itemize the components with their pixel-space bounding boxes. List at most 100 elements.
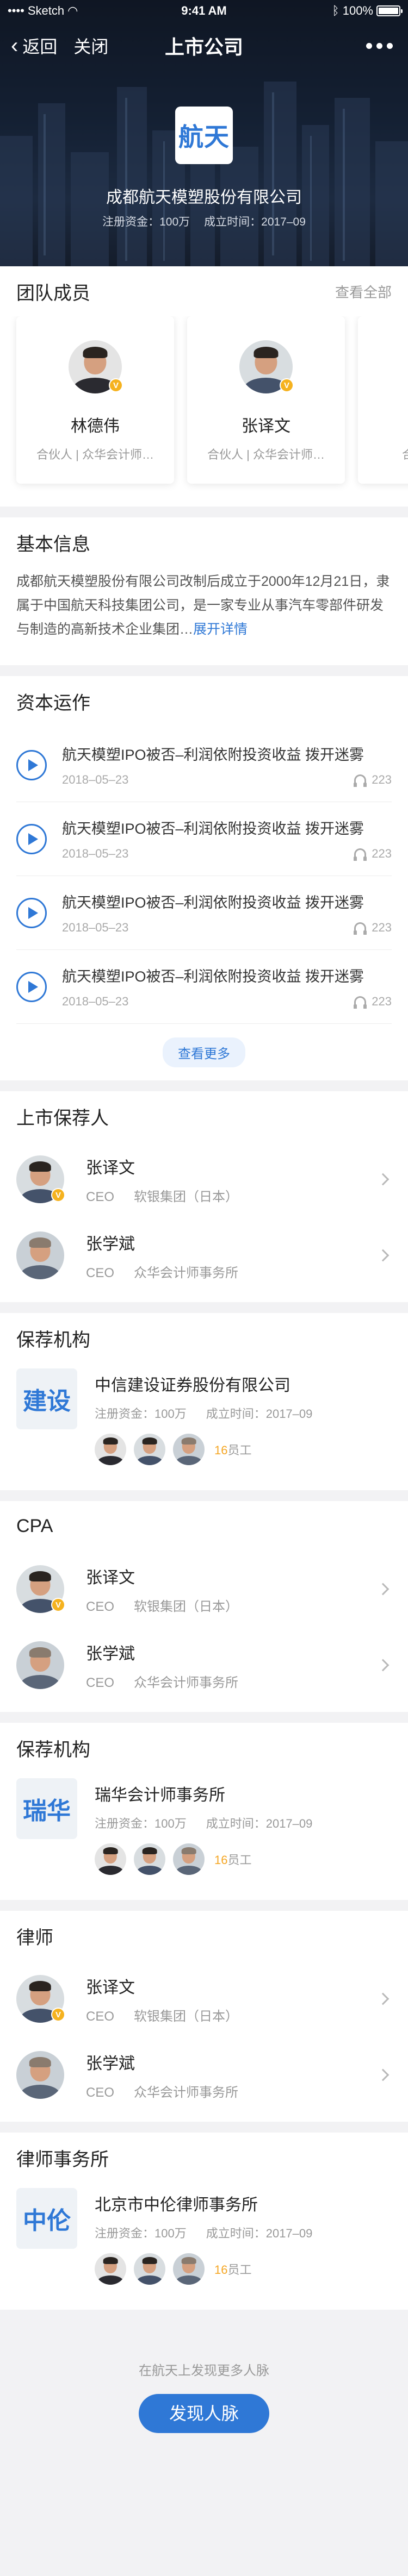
org-logo: 瑞华: [16, 1778, 77, 1839]
audio-date: 2018–05–23: [62, 773, 129, 786]
play-icon[interactable]: [16, 897, 47, 928]
avatar: [134, 1434, 165, 1465]
avatar: [95, 1434, 126, 1465]
listen-count: 223: [372, 773, 392, 786]
page-title: 上市公司: [164, 36, 243, 58]
avatar: [173, 1843, 205, 1875]
org-row[interactable]: 建设 中信建设证券股份有限公司 注册资金：100万 成立时间：2017–09 16…: [0, 1363, 408, 1490]
status-bar: •••• Sketch ◠ 9:41 AM ᛒ 100%: [0, 0, 408, 22]
play-icon[interactable]: [16, 749, 47, 780]
battery-icon: [376, 5, 403, 16]
chevron-right-icon: [376, 2068, 390, 2081]
org-name: 北京市中伦律师事务所: [95, 2196, 258, 2214]
person-row[interactable]: V 张译文 CEO 软银集团（日本）: [0, 1141, 408, 1217]
expand-details-link[interactable]: 展开详情: [193, 622, 248, 637]
listen-count: 223: [372, 847, 392, 860]
verified-badge-icon: V: [51, 1188, 65, 1202]
person-row[interactable]: 张学斌 CEO 众华会计师事务所: [0, 1217, 408, 1293]
person-company: 软银集团（日本）: [134, 2009, 239, 2024]
staff-count: 16员工: [214, 1853, 252, 1867]
org-capital: 注册资金：100万: [95, 1817, 187, 1830]
audio-list-item[interactable]: 航天模塑IPO被否–利润依附投资收益 拨开迷雾 2018–05–23 223: [16, 728, 392, 802]
person-position: CEO: [86, 1265, 115, 1280]
section-title: 资本运作: [16, 692, 90, 714]
verified-badge-icon: V: [109, 378, 123, 392]
law-firm-section: 律师事务所 中伦 北京市中伦律师事务所 注册资金：100万 成立时间：2017–0…: [0, 2133, 408, 2310]
back-button[interactable]: 返回: [22, 33, 57, 58]
sponsors-section: 上市保荐人 V 张译文 CEO 软银集团（日本） 张学斌 CEO 众华会计师事务所: [0, 1091, 408, 1302]
listen-count: 223: [372, 995, 392, 1008]
status-time: 9:41 AM: [181, 4, 227, 17]
person-position: CEO: [86, 2009, 115, 2024]
section-title: 保荐机构: [16, 1739, 90, 1760]
chevron-right-icon: [376, 1659, 390, 1672]
section-title: 基本信息: [16, 534, 90, 555]
org-capital: 注册资金：100万: [95, 1407, 187, 1421]
audio-title: 航天模塑IPO被否–利润依附投资收益 拨开迷雾: [62, 747, 364, 763]
member-name: 林: [358, 412, 408, 436]
close-button[interactable]: 关闭: [73, 33, 108, 58]
headphone-icon: [354, 996, 367, 1009]
person-row[interactable]: V 张译文 CEO 软银集团（日本）: [0, 1961, 408, 2037]
person-row[interactable]: V 张译文 CEO 软银集团（日本）: [0, 1551, 408, 1627]
person-row[interactable]: 张学斌 CEO 众华会计师事务所: [0, 2037, 408, 2113]
person-position: CEO: [86, 2085, 115, 2100]
lawyers-section: 律师 V 张译文 CEO 软银集团（日本） 张学斌 CEO 众华会计师事务所: [0, 1911, 408, 2122]
person-position: CEO: [86, 1675, 115, 1690]
play-icon[interactable]: [16, 971, 47, 1002]
listen-count: 223: [372, 921, 392, 934]
org-row[interactable]: 瑞华 瑞华会计师事务所 注册资金：100万 成立时间：2017–09 16员工: [0, 1773, 408, 1900]
more-menu-icon[interactable]: [267, 42, 397, 49]
org-founded: 成立时间：2017–09: [206, 1407, 313, 1421]
carrier-label: Sketch: [27, 4, 65, 17]
basic-info-section: 基本信息 成都航天模塑股份有限公司改制后成立于2000年12月21日，隶属于中国…: [0, 517, 408, 665]
team-section: 团队成员 查看全部 V 林德伟 合伙人 | 众华会计师… V 张译文 合伙人 |…: [0, 266, 408, 507]
discover-contacts-button[interactable]: 发现人脉: [138, 2394, 269, 2433]
verified-badge-icon: V: [51, 1598, 65, 1612]
avatar: [134, 2253, 165, 2285]
view-more-button[interactable]: 查看更多: [163, 1037, 245, 1067]
audio-title: 航天模塑IPO被否–利润依附投资收益 拨开迷雾: [62, 895, 364, 911]
org-logo: 中伦: [16, 2188, 77, 2249]
company-name: 成都航天模塑股份有限公司: [106, 189, 302, 207]
chevron-right-icon: [376, 1173, 390, 1186]
avatar: [16, 1641, 64, 1689]
chevron-right-icon: [376, 1249, 390, 1262]
back-chevron-icon[interactable]: ‹: [11, 35, 18, 57]
org-row[interactable]: 中伦 北京市中伦律师事务所 注册资金：100万 成立时间：2017–09 16员工: [0, 2183, 408, 2310]
audio-list-item[interactable]: 航天模塑IPO被否–利润依附投资收益 拨开迷雾 2018–05–23 223: [16, 876, 392, 950]
org-logo: 建设: [16, 1368, 77, 1429]
audio-list-item[interactable]: 航天模塑IPO被否–利润依附投资收益 拨开迷雾 2018–05–23 223: [16, 802, 392, 876]
team-member-card[interactable]: 林 合伙人 | 众华: [358, 316, 408, 484]
org-founded: 成立时间：2017–09: [206, 2227, 313, 2240]
person-name: 张译文: [86, 1159, 135, 1177]
audio-date: 2018–05–23: [62, 995, 129, 1008]
footer: 在航天上发现更多人脉 发现人脉: [0, 2321, 408, 2463]
company-capital: 注册资金：100万: [102, 216, 190, 228]
staff-count: 16员工: [214, 1443, 252, 1457]
play-icon[interactable]: [16, 823, 47, 854]
company-description: 成都航天模塑股份有限公司改制后成立于2000年12月21日，隶属于中国航天科技集…: [16, 574, 390, 637]
chevron-right-icon: [376, 1992, 390, 2005]
person-name: 张学斌: [86, 1235, 135, 1253]
member-name: 张译文: [242, 417, 290, 435]
person-name: 张译文: [86, 1978, 135, 1997]
avatar: [134, 1843, 165, 1875]
team-carousel[interactable]: V 林德伟 合伙人 | 众华会计师… V 张译文 合伙人 | 众华会计师… 林 …: [0, 316, 408, 507]
audio-title: 航天模塑IPO被否–利润依附投资收益 拨开迷雾: [62, 968, 364, 985]
team-member-card[interactable]: V 林德伟 合伙人 | 众华会计师…: [16, 316, 174, 484]
audio-date: 2018–05–23: [62, 921, 129, 934]
person-name: 张译文: [86, 1568, 135, 1587]
avatar: [16, 2051, 64, 2099]
person-row[interactable]: 张学斌 CEO 众华会计师事务所: [0, 1627, 408, 1703]
avatar: [95, 1843, 126, 1875]
nav-bar: ‹ 返回 关闭 上市公司: [0, 22, 408, 70]
section-title: 律师事务所: [16, 2149, 109, 2170]
person-company: 软银集团（日本）: [134, 1189, 239, 1204]
team-member-card[interactable]: V 张译文 合伙人 | 众华会计师…: [187, 316, 345, 484]
view-all-link[interactable]: 查看全部: [335, 282, 392, 302]
cpa-section: CPA V 张译文 CEO 软银集团（日本） 张学斌 CEO 众华会计师事务所: [0, 1501, 408, 1712]
avatar: [173, 1434, 205, 1465]
audio-list-item[interactable]: 航天模塑IPO被否–利润依附投资收益 拨开迷雾 2018–05–23 223: [16, 950, 392, 1024]
person-company: 众华会计师事务所: [134, 1675, 239, 1690]
